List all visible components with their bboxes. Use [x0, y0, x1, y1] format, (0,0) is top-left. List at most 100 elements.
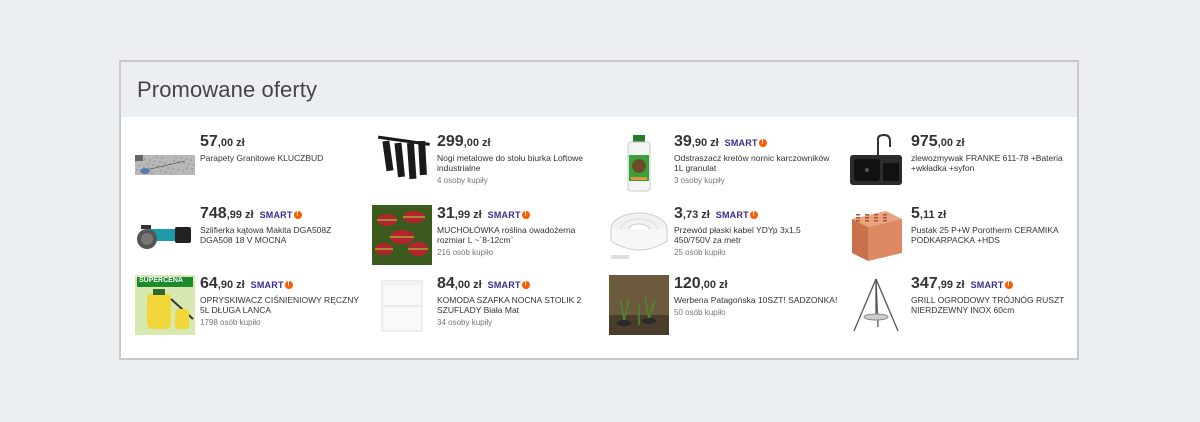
price-decimal: ,90 [217, 279, 234, 291]
table-legs-image[interactable] [372, 133, 432, 193]
offer-card[interactable]: 347,99 zł SMART! GRILL OGRODOWY TRÓJNÓG RUS… [846, 275, 1083, 345]
offer-info: 57,00 zł Parapety Granitowe KLUCZBUD [200, 133, 365, 163]
price-integer: 31 [437, 205, 455, 222]
buyers-count: 50 osób kupiło [674, 308, 726, 317]
cable-roll-image[interactable] [609, 205, 669, 265]
price-decimal: ,99 [454, 209, 471, 221]
offer-info: 347,99 zł SMART! GRILL OGRODOWY TRÓJNÓG RUS… [911, 275, 1076, 315]
price-integer: 64 [200, 275, 218, 292]
price: 748,99 zł SMART! [200, 205, 365, 224]
angle-grinder-image[interactable] [135, 205, 195, 265]
offer-title[interactable]: Nogi metalowe do stołu biurka Loftowe in… [437, 153, 602, 173]
smart-exclamation-icon: ! [284, 281, 293, 289]
smart-label: SMART [724, 138, 758, 148]
offer-title[interactable]: Przewód płaski kabel YDYp 3x1,5 450/750V… [674, 225, 839, 245]
smart-badge: SMART! [971, 276, 1013, 294]
price-integer: 39 [674, 133, 692, 150]
price-currency: zł [956, 137, 965, 149]
price-currency: zł [473, 279, 482, 291]
offer-card[interactable]: 31,99 zł SMART! MUCHOŁÓWKA roślina owadożer… [372, 205, 609, 273]
price: 347,99 zł SMART! [911, 275, 1076, 294]
price: 3,73 zł SMART! [674, 205, 839, 224]
price-integer: 57 [200, 133, 218, 150]
granite-sill-image[interactable] [135, 133, 195, 193]
tripod-grill-image[interactable] [846, 275, 906, 335]
smart-exclamation-icon: ! [1004, 281, 1013, 289]
price-integer: 84 [437, 275, 455, 292]
price-integer: 5 [911, 205, 920, 222]
offer-card[interactable]: 975,00 zł zlewozmywak FRANKE 611-78 +Bater… [846, 133, 1083, 203]
offer-title[interactable]: KOMODA SZAFKA NOCNA STOLIK 2 SZUFLADY Bi… [437, 295, 602, 315]
offer-title[interactable]: zlewozmywak FRANKE 611-78 +Bateria +wkła… [911, 153, 1076, 173]
offer-card[interactable]: 3,73 zł SMART! Przewód płaski kabel YDYp 3x… [609, 205, 846, 273]
offer-card[interactable]: 84,00 zł SMART! KOMODA SZAFKA NOCNA STOLIK … [372, 275, 609, 345]
offer-title[interactable]: Pustak 25 P+W Porotherm CERAMIKA PODKARP… [911, 225, 1076, 245]
offer-title[interactable]: Werbena Patagońska 10SZT! SADZONKA! [674, 295, 839, 305]
offer-info: 120,00 zł Werbena Patagońska 10SZT! SADZON… [674, 275, 839, 317]
offer-info: 748,99 zł SMART! Szlifierka kątowa Makita D… [200, 205, 365, 245]
offer-title[interactable]: OPRYSKIWACZ CIŚNIENIOWY RĘCZNY 5L DŁUGA … [200, 295, 365, 315]
price-currency: zł [956, 279, 965, 291]
price-decimal: ,73 [682, 209, 699, 221]
buyers-count: 216 osób kupiło [437, 248, 494, 257]
smart-badge: SMART! [260, 206, 302, 224]
offer-info: 299,00 zł Nogi metalowe do stołu biurka Lo… [437, 133, 602, 185]
price: 120,00 zł [674, 275, 839, 294]
panel-header: Promowane oferty [121, 62, 1077, 117]
price-integer: 120 [674, 275, 701, 292]
buyers-count: 25 osób kupiło [674, 248, 726, 257]
offer-info: 31,99 zł SMART! MUCHOŁÓWKA roślina owadożer… [437, 205, 602, 257]
price-decimal: ,00 [937, 137, 953, 149]
price-currency: zł [236, 137, 245, 149]
buyers-count: 1798 osób kupiło [200, 318, 261, 327]
offer-title[interactable]: Szlifierka kątowa Makita DGA508Z DGA508 … [200, 225, 365, 245]
price: 299,00 zł [437, 133, 602, 152]
smart-label: SMART [715, 210, 749, 220]
price-currency: zł [236, 279, 245, 291]
offer-info: 39,90 zł SMART! Odstraszacz kretów nornic k… [674, 133, 839, 185]
pressure-sprayer-image[interactable]: SUPERCENA [135, 275, 195, 335]
price-integer: 299 [437, 133, 464, 150]
price-integer: 3 [674, 205, 683, 222]
offer-title[interactable]: MUCHOŁÓWKA roślina owadożerna rozmiar L … [437, 225, 602, 245]
offer-title[interactable]: Odstraszacz kretów nornic karczowników 1… [674, 153, 839, 173]
price: 84,00 zł SMART! [437, 275, 602, 294]
offer-card[interactable]: 39,90 zł SMART! Odstraszacz kretów nornic k… [609, 133, 846, 203]
price: 39,90 zł SMART! [674, 133, 839, 152]
offer-card[interactable]: SUPERCENA 64,90 zł SMART! OPRYSKIWACZ CIŚNIE… [135, 275, 372, 345]
price-decimal: ,99 [226, 209, 242, 221]
price: 975,00 zł [911, 133, 1076, 152]
sink-image[interactable] [846, 133, 906, 193]
verbena-seedlings-image[interactable] [609, 275, 669, 335]
offer-card[interactable]: 120,00 zł Werbena Patagońska 10SZT! SADZON… [609, 275, 846, 345]
offer-title[interactable]: GRILL OGRODOWY TRÓJNÓG RUSZT NIERDZEWNY … [911, 295, 1076, 315]
price-currency: zł [937, 209, 947, 221]
venus-flytrap-image[interactable] [372, 205, 432, 265]
smart-label: SMART [487, 280, 521, 290]
price-decimal: ,00 [454, 279, 471, 291]
price-decimal: ,99 [937, 279, 953, 291]
buyers-count: 4 osoby kupiły [437, 176, 488, 185]
price: 57,00 zł [200, 133, 365, 152]
section-title: Promowane oferty [137, 76, 318, 102]
price-integer: 347 [911, 275, 938, 292]
offer-card[interactable]: 5,11 zł Pustak 25 P+W Porotherm CERAMIKA P… [846, 205, 1083, 273]
smart-exclamation-icon: ! [293, 211, 302, 219]
price-decimal: ,90 [691, 137, 708, 149]
smart-badge: SMART! [716, 206, 758, 224]
price-decimal: ,11 [919, 209, 935, 221]
price-decimal: ,00 [217, 137, 234, 149]
mole-repellent-bottle-image[interactable] [609, 133, 669, 193]
price: 64,90 zł SMART! [200, 275, 365, 294]
offer-card[interactable]: 299,00 zł Nogi metalowe do stołu biurka Lo… [372, 133, 609, 203]
price: 31,99 zł SMART! [437, 205, 602, 224]
supercena-badge: SUPERCENA [139, 277, 183, 284]
white-nightstand-image[interactable] [372, 275, 432, 335]
offer-card[interactable]: 748,99 zł SMART! Szlifierka kątowa Makita D… [135, 205, 372, 273]
offer-card[interactable]: 57,00 zł Parapety Granitowe KLUCZBUD [135, 133, 372, 203]
smart-label: SMART [487, 210, 521, 220]
offer-title[interactable]: Parapety Granitowe KLUCZBUD [200, 153, 365, 163]
smart-label: SMART [970, 280, 1004, 290]
smart-exclamation-icon: ! [758, 139, 767, 147]
ceramic-block-image[interactable] [846, 205, 906, 265]
